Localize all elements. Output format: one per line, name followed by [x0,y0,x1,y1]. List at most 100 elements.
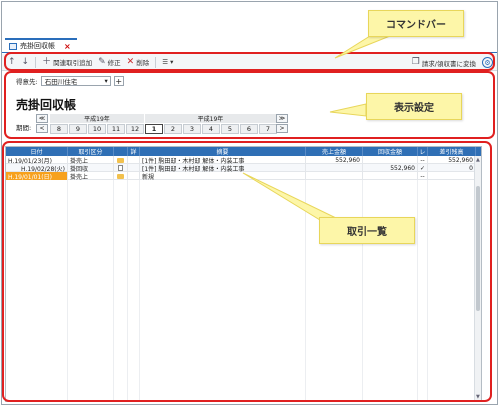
next-year-button[interactable]: ≫ [276,114,288,123]
cell-collection[interactable] [363,172,418,180]
month-button[interactable]: 4 [202,124,220,134]
page-title: 売掛回収帳 [16,98,77,112]
table-row[interactable]: H.19/01/23(月) 掛売上 [1件] 駒田邸・木村邸 解体・内装工事 5… [6,156,481,164]
cell-type[interactable]: 掛売上 [68,172,114,180]
month-row: 8 9 10 11 12 1 2 3 4 5 6 7 [50,124,278,134]
month-button[interactable]: 12 [126,124,144,134]
menu-icon: ☰ ▾ [162,58,174,66]
document-icon[interactable] [114,164,128,172]
prev-month-button[interactable]: < [36,124,48,133]
cell-detail [128,172,140,180]
month-button[interactable]: 3 [183,124,201,134]
cell-date: H.19/01/23(月) [6,156,68,164]
month-button[interactable]: 5 [221,124,239,134]
add-client-button[interactable]: + [113,76,124,86]
move-up-button[interactable]: ↑ [8,56,16,67]
window-icon [9,42,17,50]
col-type[interactable]: 取引区分 [68,147,114,156]
cell-sales[interactable] [306,172,363,180]
cell-description[interactable]: 新規 [140,172,306,180]
cell-balance [428,172,476,180]
grid-column-line [68,180,114,401]
folder-icon[interactable] [114,156,128,164]
close-icon[interactable]: × [64,42,71,51]
grid-empty-area [6,180,481,401]
grid-column-line [114,180,128,401]
next-month-button[interactable]: > [276,124,288,133]
scroll-down-icon[interactable]: ▼ [476,394,480,400]
arrow-down-icon: ↓ [21,56,30,67]
grid-column-line [140,180,306,401]
cell-type: 掛売上 [68,156,114,164]
month-button[interactable]: 8 [50,124,68,134]
client-value: 石田川住宅 [44,78,78,86]
menu-dropdown-button[interactable]: ☰ ▾ [162,58,173,66]
month-button[interactable]: 9 [69,124,87,134]
col-balance[interactable]: 差引残高 [428,147,476,156]
cell-date[interactable]: H.19/01/01(日) [6,172,68,180]
era-row: 平成19年 平成19年 [50,114,276,123]
period-label: 期間: [16,124,32,132]
table-row-new[interactable]: H.19/01/01(日) 掛売上 新規 -- [6,172,481,180]
col-check[interactable]: レ [418,147,428,156]
grid-column-line [418,180,428,401]
col-sales[interactable]: 売上金額 [306,147,363,156]
month-button-selected[interactable]: 1 [145,124,163,134]
cell-detail [128,164,140,172]
scroll-up-icon[interactable]: ▲ [476,157,480,163]
folder-icon[interactable] [114,172,128,180]
cell-balance: 0 [428,164,476,172]
month-button[interactable]: 6 [240,124,258,134]
toolbar-separator [155,56,157,68]
arrow-up-icon: ↑ [8,56,16,67]
display-settings-callout: 表示設定 [366,93,462,120]
convert-button[interactable]: ❐ 請求/領収書に変換 [412,58,476,68]
x-icon: ✕ [126,56,135,67]
delete-button[interactable]: ✕ 削除 [127,57,150,67]
cell-balance: 552,960 [428,156,476,164]
document-icon: ❐ [411,57,420,67]
grid-column-line [363,180,418,401]
convert-label: 請求/領収書に変換 [421,59,476,68]
add-related-button[interactable]: ＋ 関連取引追加 [42,57,92,67]
cell-check[interactable]: -- [418,156,428,164]
transaction-list-callout: 取引一覧 [319,217,415,244]
scroll-thumb[interactable] [476,186,480,311]
prev-year-button[interactable]: ≪ [36,114,48,123]
month-button[interactable]: 10 [88,124,106,134]
cell-check[interactable]: ✓ [418,164,428,172]
cell-desc-text: 駒田邸・木村邸 解体・内装工事 [158,157,245,165]
client-select[interactable]: 石田川住宅 ▾ [40,76,111,86]
toolbar-right: ❐ 請求/領収書に変換 ⚙ [412,57,493,68]
client-row: 得意先: 石田川住宅 ▾ + [16,76,124,86]
tab-underline [2,52,497,53]
grid-header: 日付 取引区分 詳 摘要 売上金額 回収金額 レ 差引残高 [6,147,481,156]
chevron-down-icon: ▾ [104,77,108,85]
month-button[interactable]: 2 [164,124,182,134]
grid-column-line [306,180,363,401]
cell-check[interactable]: -- [418,172,428,180]
cell-detail [128,156,140,164]
era-label: 平成19年 [145,114,276,123]
tab-urikake[interactable]: 売掛回収帳 × [5,38,77,52]
plus-icon: ＋ [42,56,52,67]
command-bar-callout: コマンドバー [368,10,464,37]
edit-button[interactable]: ✎ 修正 [98,57,121,67]
toolbar-separator [35,56,37,68]
col-detail[interactable]: 詳 [128,147,140,156]
grid-column-line [128,180,140,401]
cell-bracket: [1件] [142,157,157,165]
col-date[interactable]: 日付 [6,147,68,156]
month-button[interactable]: 11 [107,124,125,134]
pencil-icon: ✎ [98,56,106,67]
cell-desc-text: 新規 [142,173,155,181]
table-row[interactable]: H.19/02/28(火) 掛回収 [1件] 駒田邸・木村邸 解体・内装工事 5… [6,164,481,172]
col-description[interactable]: 摘要 [140,147,306,156]
edit-label: 修正 [107,59,121,67]
col-collection[interactable]: 回収金額 [363,147,418,156]
gear-icon[interactable]: ⚙ [482,57,493,68]
vertical-scrollbar[interactable]: ▲ ▼ [474,156,481,401]
move-down-button[interactable]: ↓ [21,56,30,67]
col-attach[interactable] [114,147,128,156]
month-button[interactable]: 7 [259,124,277,134]
